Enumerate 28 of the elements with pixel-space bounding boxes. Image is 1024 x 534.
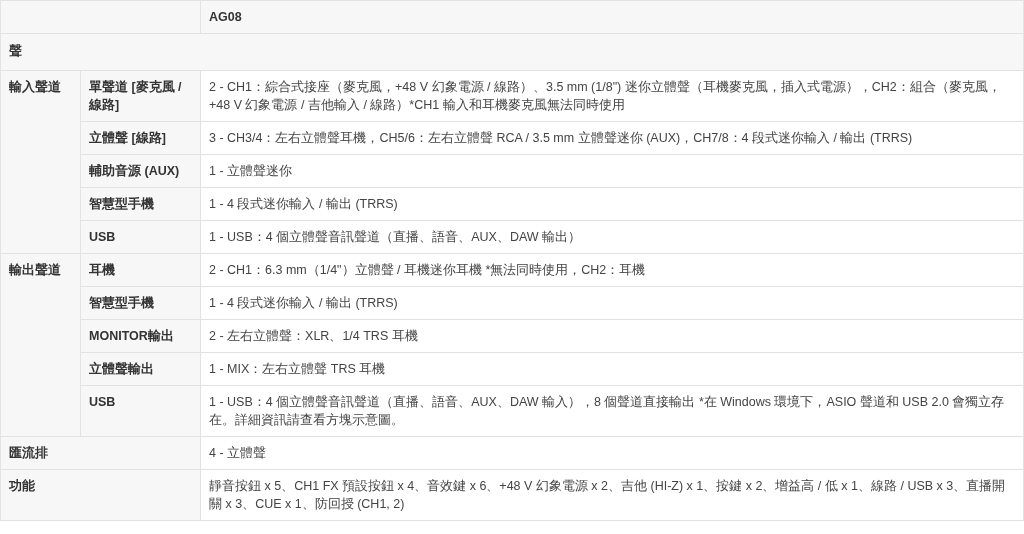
column-header: AG08 bbox=[200, 0, 1024, 34]
row-label: 智慧型手機 bbox=[80, 286, 201, 320]
spec-value: 1 - MIX：左右立體聲 TRS 耳機 bbox=[200, 352, 1024, 386]
row-label: USB bbox=[80, 385, 201, 437]
spec-value: 4 - 立體聲 bbox=[200, 436, 1024, 470]
row-label: 智慧型手機 bbox=[80, 187, 201, 221]
row-label: 耳機 bbox=[80, 253, 201, 287]
spec-value: 1 - USB：4 個立體聲音訊聲道（直播、語音、AUX、DAW 輸出） bbox=[200, 220, 1024, 254]
row-label: 輔助音源 (AUX) bbox=[80, 154, 201, 188]
row-label: 立體聲 [線路] bbox=[80, 121, 201, 155]
row-label: 匯流排 bbox=[0, 436, 201, 470]
section-title: 聲 bbox=[0, 33, 1024, 71]
spec-value: 1 - 4 段式迷你輸入 / 輸出 (TRRS) bbox=[200, 286, 1024, 320]
spec-value: 3 - CH3/4：左右立體聲耳機，CH5/6：左右立體聲 RCA / 3.5 mm 立體聲迷你 (AUX)，CH7/8：4 段式迷你輸入 / 輸出 (TRRS) bbox=[200, 121, 1024, 155]
group-label: 輸出聲道 bbox=[0, 253, 81, 437]
spec-value: 1 - USB：4 個立體聲音訊聲道（直播、語音、AUX、DAW 輸入），8 個聲道直接輸出 *在 Windows 環境下，ASIO 聲道和 USB 2.0 會獨立存在。詳細資訊請查看方塊示意圖。 bbox=[200, 385, 1024, 437]
spec-value: 2 - CH1：綜合式接座（麥克風，+48 V 幻象電源 / 線路）、3.5 mm (1/8") 迷你立體聲（耳機麥克風，插入式電源），CH2：組合（麥克風，+48 V 幻象電源 / 吉他輸入 / 線路）*CH1 輸入和耳機麥克風無法同時使用 bbox=[200, 70, 1024, 122]
spec-value: 1 - 4 段式迷你輸入 / 輸出 (TRRS) bbox=[200, 187, 1024, 221]
row-label: 單聲道 [麥克風 / 線路] bbox=[80, 70, 201, 122]
spec-value: 靜音按鈕 x 5、CH1 FX 預設按鈕 x 4、音效鍵 x 6、+48 V 幻象電源 x 2、吉他 (HI-Z) x 1、按鍵 x 2、增益高 / 低 x 1、線路 / USB x 3、直播開關 x 3、CUE x 1、防回授 (CH1, 2) bbox=[200, 469, 1024, 521]
group-label: 輸入聲道 bbox=[0, 70, 81, 254]
row-label: USB bbox=[80, 220, 201, 254]
row-label: 功能 bbox=[0, 469, 201, 521]
spec-value: 1 - 立體聲迷你 bbox=[200, 154, 1024, 188]
row-label: MONITOR輸出 bbox=[80, 319, 201, 353]
spec-value: 2 - 左右立體聲：XLR、1/4 TRS 耳機 bbox=[200, 319, 1024, 353]
row-label: 立體聲輸出 bbox=[80, 352, 201, 386]
spec-value: 2 - CH1：6.3 mm（1/4"）立體聲 / 耳機迷你耳機 *無法同時使用，CH2：耳機 bbox=[200, 253, 1024, 287]
